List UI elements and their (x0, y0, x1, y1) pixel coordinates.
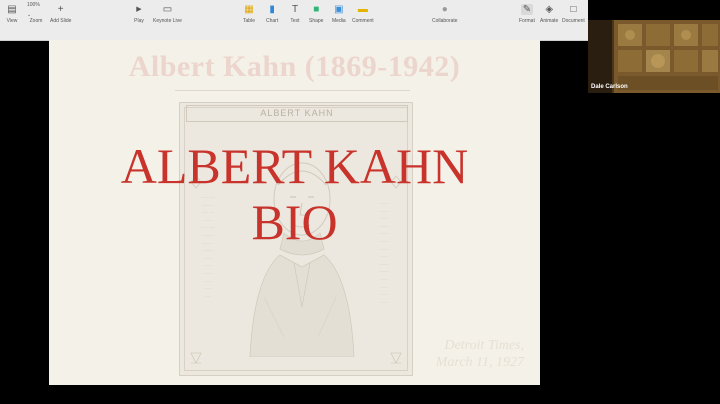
participant-video-tile[interactable]: Dale Carlson (588, 20, 720, 93)
shape-label: Shape (309, 18, 324, 24)
add-slide-button[interactable]: + Add Slide (50, 4, 71, 24)
zoom-label: Zoom (29, 18, 43, 24)
format-label: Format (519, 18, 535, 24)
keynote-live-button[interactable]: ▭ Keynote Live (153, 4, 182, 24)
shape-icon: ■ (313, 3, 320, 15)
zoom-button[interactable]: 100% ⌄ Zoom (27, 1, 45, 25)
table-icon: ▦ (244, 3, 254, 15)
keynote-live-icon: ▭ (162, 3, 173, 15)
sidebar-icon: ▤ (7, 3, 17, 15)
text-icon: T (291, 3, 299, 15)
chart-icon: ▮ (269, 3, 275, 15)
participant-name: Dale Carlson (591, 84, 628, 90)
slide-title-line-1: ALBERT KAHN (120, 138, 469, 194)
format-button[interactable]: ✎ Format (519, 4, 535, 24)
table-label: Table (243, 18, 255, 24)
media-icon: ▣ (334, 3, 344, 15)
keynote-live-label: Keynote Live (153, 18, 182, 24)
media-button[interactable]: ▣ Media (332, 4, 346, 24)
text-button[interactable]: T Text (289, 4, 301, 24)
participant-video-feed (588, 20, 720, 93)
collaborate-button[interactable]: ● Collaborate (432, 4, 458, 24)
table-button[interactable]: ▦ Table (243, 4, 255, 24)
slide-title[interactable]: ALBERT KAHN BIO (49, 138, 540, 250)
play-label: Play (134, 18, 144, 24)
view-button[interactable]: ▤ View (6, 4, 18, 24)
newspaper-caption: Detroit Times, March 11, 1927 (435, 338, 524, 370)
comment-button[interactable]: ▬ Comment (352, 4, 374, 24)
collaborate-icon: ● (441, 3, 448, 15)
format-icon: ✎ (520, 3, 533, 15)
play-button[interactable]: ▶ Play (133, 4, 145, 25)
clipping-name-header: ALBERT KAHN (186, 105, 408, 122)
text-label: Text (290, 18, 300, 24)
shape-button[interactable]: ■ Shape (309, 4, 323, 24)
zoom-icon: 100% ⌄ (27, 1, 40, 18)
play-icon: ▶ (136, 5, 142, 13)
document-button[interactable]: □ Document (562, 4, 585, 24)
background-title: Albert Kahn (1869-1942) (128, 50, 461, 83)
plus-icon: + (57, 3, 64, 15)
add-slide-label: Add Slide (50, 18, 72, 24)
media-label: Media (332, 18, 346, 24)
view-label: View (6, 18, 18, 24)
slide[interactable]: Albert Kahn (1869-1942) ALBERT KAHN ....… (49, 40, 540, 385)
animate-icon: ◈ (545, 3, 554, 15)
animate-button[interactable]: ◈ Animate (540, 4, 558, 24)
chart-label: Chart (266, 18, 279, 24)
ornament-bottom-right-icon (390, 352, 402, 364)
animate-label: Animate (540, 18, 559, 24)
ornament-bottom-left-icon (190, 352, 202, 364)
comment-icon: ▬ (357, 3, 368, 15)
title-divider (175, 90, 410, 91)
document-label: Document (562, 18, 585, 24)
comment-label: Comment (352, 18, 374, 24)
chart-button[interactable]: ▮ Chart (266, 4, 278, 24)
slide-title-line-2: BIO (251, 194, 338, 250)
keynote-toolbar: ▤ View 100% ⌄ Zoom + Add Slide ▶ Play ▭ … (0, 0, 588, 41)
collaborate-label: Collaborate (432, 18, 458, 24)
document-icon: □ (570, 3, 577, 15)
